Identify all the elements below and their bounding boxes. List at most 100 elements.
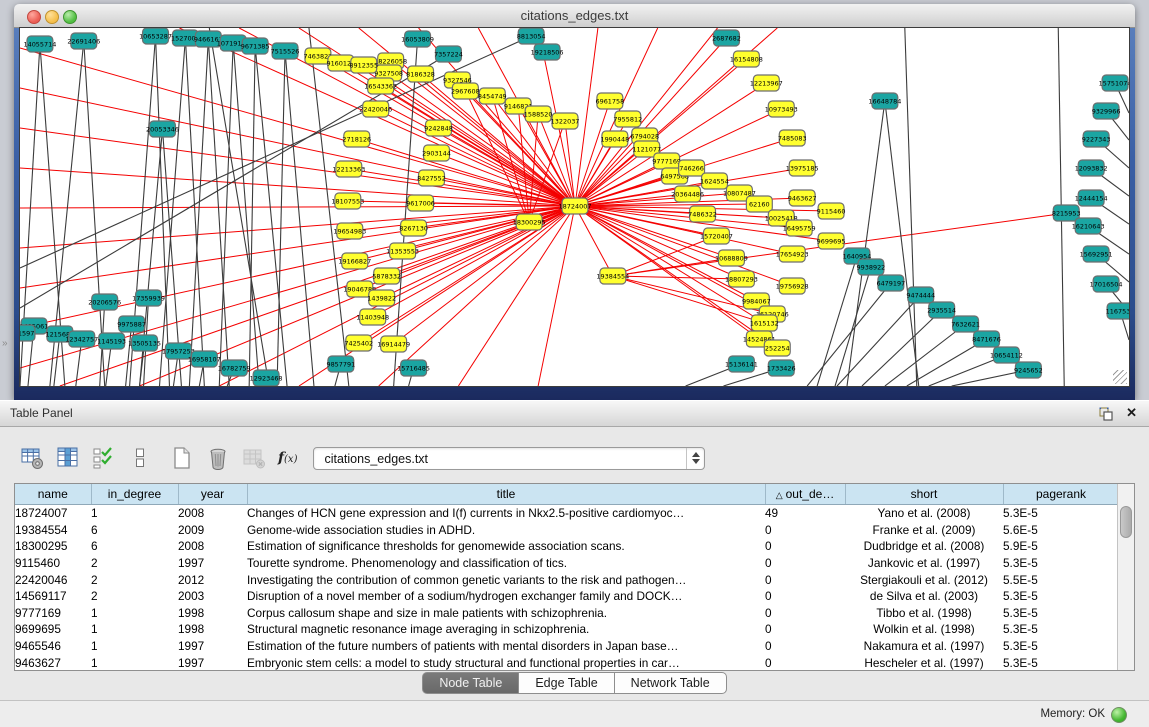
column-header-short[interactable]: short <box>845 484 1003 505</box>
graph-node[interactable]: 16782759 <box>218 360 251 376</box>
graph-node[interactable]: 18807293 <box>725 271 758 287</box>
graph-node[interactable]: 16958107 <box>188 351 221 367</box>
table-row[interactable]: 977716911998Corpus callosum shape and si… <box>15 605 1119 622</box>
graph-node[interactable]: 22420046 <box>359 101 392 117</box>
graph-node[interactable]: 16914479 <box>377 336 410 352</box>
graph-node[interactable]: 7485083 <box>778 130 807 146</box>
graph-node[interactable]: 7357224 <box>434 46 463 62</box>
graph-node[interactable]: 8427552 <box>417 170 446 186</box>
graph-node[interactable]: 20206576 <box>88 294 121 310</box>
graph-node[interactable]: 16543362 <box>364 78 397 94</box>
graph-node[interactable]: 16154808 <box>730 51 763 67</box>
select-rows-icon[interactable] <box>92 446 116 470</box>
graph-node[interactable]: 13505135 <box>128 335 161 351</box>
table-selector-combobox[interactable]: citations_edges.txt <box>313 447 705 470</box>
table-settings-icon[interactable] <box>20 446 44 470</box>
graph-node[interactable]: 17359939 <box>132 290 165 306</box>
graph-node[interactable]: 8267130 <box>399 220 428 236</box>
scrollbar-thumb[interactable] <box>1120 506 1132 538</box>
graph-node[interactable]: 2967608 <box>451 83 480 99</box>
graph-node[interactable]: 9699695 <box>817 233 846 249</box>
graph-node[interactable]: 9115460 <box>817 203 846 219</box>
graph-node[interactable]: 10973493 <box>765 101 798 117</box>
table-row[interactable]: 1456911722003Disruption of a novel membe… <box>15 588 1119 605</box>
delete-icon[interactable] <box>206 446 230 470</box>
graph-node[interactable]: 13975185 <box>786 160 819 176</box>
graph-node[interactable]: 16210643 <box>1072 218 1105 234</box>
table-row[interactable]: 2242004622012Investigating the contribut… <box>15 571 1119 588</box>
window-titlebar[interactable]: citations_edges.txt <box>14 4 1135 28</box>
graph-node[interactable]: 9474444 <box>906 287 935 303</box>
graph-node[interactable]: 6961758 <box>595 93 624 109</box>
graph-node[interactable]: 2903144 <box>422 145 451 161</box>
table-header-row[interactable]: namein_degreeyeartitle△out_de…shortpager… <box>15 484 1119 505</box>
table-row[interactable]: 946362711997Embryonic stem cells: a mode… <box>15 654 1119 671</box>
graph-node[interactable]: 1322037 <box>551 113 580 129</box>
graph-node[interactable]: 20364486 <box>671 186 704 202</box>
graph-node[interactable]: 16053809 <box>401 31 434 47</box>
graph-node[interactable]: 391597 <box>20 325 35 341</box>
graph-node[interactable]: 8813054 <box>517 28 546 44</box>
graph-node[interactable]: 17016504 <box>1090 276 1123 292</box>
graph-node[interactable]: 2718126 <box>342 131 371 147</box>
graph-node[interactable]: 7515526 <box>271 43 300 59</box>
graph-node[interactable]: 12444154 <box>1075 190 1108 206</box>
graph-node[interactable]: 1588520 <box>524 106 553 122</box>
graph-node[interactable]: 12342757 <box>65 331 98 347</box>
graph-node[interactable]: 16495759 <box>783 220 816 236</box>
graph-node[interactable]: 19654983 <box>333 223 366 239</box>
graph-node[interactable]: 8186328 <box>406 66 435 82</box>
graph-node[interactable]: 252254 <box>764 340 790 356</box>
network-view-window[interactable]: citations_edges.txt 18724007183002951938… <box>14 4 1135 400</box>
graph-node[interactable]: 9245652 <box>1014 362 1043 378</box>
graph-node[interactable]: 1439822 <box>367 290 396 306</box>
graph-node[interactable]: 7486322 <box>688 206 717 222</box>
vertical-scrollbar[interactable] <box>1117 484 1134 670</box>
graph-node[interactable]: 9242848 <box>424 120 453 136</box>
graph-node[interactable]: 12923468 <box>250 370 283 386</box>
graph-node[interactable]: 1990448 <box>600 131 629 147</box>
graph-node[interactable]: 16648784 <box>868 93 901 109</box>
graph-node[interactable]: 1167531 <box>1106 303 1129 319</box>
table-row[interactable]: 1872400712008Changes of HCN gene express… <box>15 505 1119 522</box>
graph-node[interactable]: 9463627 <box>788 190 817 206</box>
column-header-title[interactable]: title <box>247 484 765 505</box>
graph-node[interactable]: 8912355 <box>349 57 378 73</box>
graph-node[interactable]: 62160 <box>746 196 772 212</box>
graph-node[interactable]: 9857791 <box>326 356 355 372</box>
graph-node[interactable]: 11403948 <box>356 309 389 325</box>
graph-node[interactable]: 9227343 <box>1082 131 1111 147</box>
graph-node[interactable]: 7955812 <box>613 111 642 127</box>
graph-node[interactable]: 1733426 <box>767 360 796 376</box>
resize-grip-icon[interactable] <box>1113 370 1127 384</box>
tab-edge-table[interactable]: Edge Table <box>519 672 614 694</box>
graph-node[interactable]: 15692951 <box>1080 246 1113 262</box>
tab-node-table[interactable]: Node Table <box>422 672 519 694</box>
table-row[interactable]: 969969511998Structural magnetic resonanc… <box>15 621 1119 638</box>
graph-node[interactable]: 2935514 <box>927 302 956 318</box>
graph-node[interactable]: 7425402 <box>344 335 373 351</box>
table-row[interactable]: 911546021997Tourette syndrome. Phenomeno… <box>15 555 1119 572</box>
network-graph[interactable]: 1872400718300295193845541822605893275081… <box>20 28 1129 386</box>
graph-node[interactable]: 12213967 <box>750 75 783 91</box>
graph-node[interactable]: 20053346 <box>146 121 179 137</box>
graph-node[interactable]: 15720407 <box>700 228 733 244</box>
graph-node[interactable]: 1624554 <box>700 173 729 189</box>
graph-node[interactable]: 18724007 <box>559 198 592 214</box>
graph-node[interactable]: 19218506 <box>531 44 564 60</box>
graph-node[interactable]: 6479197 <box>876 275 905 291</box>
graph-node[interactable]: 9938922 <box>857 259 886 275</box>
column-header-in_degree[interactable]: in_degree <box>91 484 178 505</box>
close-panel-icon[interactable]: ✕ <box>1126 405 1137 421</box>
graph-node[interactable]: 9617006 <box>406 195 435 211</box>
graph-node[interactable]: 10653287 <box>139 28 172 44</box>
column-header-pagerank[interactable]: pagerank <box>1003 484 1119 505</box>
graph-node[interactable]: 19166827 <box>338 253 371 269</box>
graph-node[interactable]: 18300295 <box>513 214 546 230</box>
column-chooser-icon[interactable] <box>56 446 80 470</box>
node-attribute-table[interactable]: namein_degreeyeartitle△out_de…shortpager… <box>15 484 1120 671</box>
table-row[interactable]: 946554611997Estimation of the future num… <box>15 638 1119 655</box>
graph-node[interactable]: 2687682 <box>712 30 741 46</box>
graph-node[interactable]: 11353553 <box>386 243 419 259</box>
column-header-out_de[interactable]: △out_de… <box>765 484 845 505</box>
